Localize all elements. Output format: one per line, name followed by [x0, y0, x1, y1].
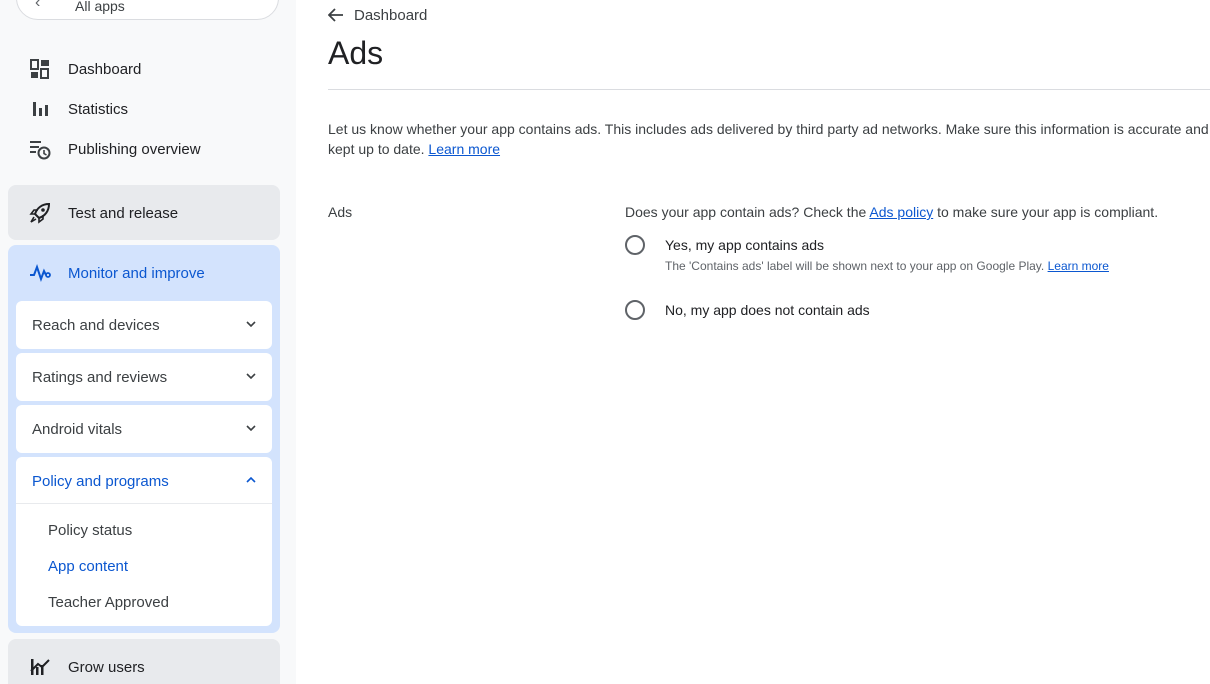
title-divider	[328, 89, 1210, 90]
card-android-vitals[interactable]: Android vitals	[16, 405, 272, 453]
radio-no-label: No, my app does not contain ads	[665, 302, 870, 318]
ads-policy-link[interactable]: Ads policy	[869, 204, 933, 220]
card-ratings-and-reviews[interactable]: Ratings and reviews	[16, 353, 272, 401]
section-grow-users-label: Grow users	[68, 658, 145, 676]
sidebar-item-app-content[interactable]: App content	[48, 558, 128, 575]
nav-statistics[interactable]: Statistics	[28, 97, 128, 121]
ads-question: Does your app contain ads? Check the Ads…	[625, 204, 1158, 220]
nav-publishing-overview-label: Publishing overview	[68, 140, 201, 158]
chevron-down-icon	[244, 317, 258, 331]
nav-statistics-label: Statistics	[68, 100, 129, 118]
back-to-dashboard-link[interactable]: Dashboard	[328, 6, 427, 24]
chevron-down-icon	[244, 369, 258, 383]
sidebar: ‹ All apps Dashboard Statistics Publishi…	[0, 0, 296, 684]
question-before: Does your app contain ads? Check the	[625, 204, 867, 220]
question-after: to make sure your app is compliant.	[937, 204, 1159, 220]
radio-yes-learn-more-link[interactable]: Learn more	[1048, 259, 1109, 273]
nav-dashboard-label: Dashboard	[68, 60, 142, 78]
publishing-history-icon	[28, 137, 52, 161]
radio-yes-label: Yes, my app contains ads	[665, 237, 825, 253]
ads-field-label: Ads	[328, 204, 353, 220]
nav-publishing-overview[interactable]: Publishing overview	[28, 137, 201, 161]
all-apps-button[interactable]: ‹ All apps	[16, 0, 279, 20]
card-android-vitals-label: Android vitals	[32, 421, 123, 438]
radio-yes-help-text: The 'Contains ads' label will be shown n…	[665, 259, 1045, 273]
card-reach-and-devices-label: Reach and devices	[32, 317, 160, 334]
monitoring-icon	[28, 261, 52, 285]
main-content: Dashboard Ads Let us know whether your a…	[328, 0, 1210, 684]
card-policy-and-programs: Policy and programs Policy status App co…	[16, 457, 272, 626]
divider	[16, 503, 272, 504]
bar-chart-icon	[28, 97, 52, 121]
chevron-left-icon: ‹	[35, 0, 41, 11]
dashboard-icon	[28, 57, 52, 81]
rocket-icon	[28, 201, 52, 225]
grow-chart-icon	[28, 655, 52, 679]
radio-option-yes[interactable]: Yes, my app contains ads The 'Contains a…	[625, 235, 1109, 274]
section-test-and-release[interactable]: Test and release	[8, 185, 280, 240]
card-reach-and-devices[interactable]: Reach and devices	[16, 301, 272, 349]
card-policy-and-programs-label[interactable]: Policy and programs	[32, 473, 169, 490]
sidebar-item-policy-status[interactable]: Policy status	[48, 522, 132, 539]
sidebar-item-teacher-approved[interactable]: Teacher Approved	[48, 594, 169, 611]
chevron-down-icon	[244, 421, 258, 435]
section-grow-users[interactable]: Grow users	[8, 639, 280, 684]
section-monitor-label: Monitor and improve	[68, 264, 205, 282]
radio-option-no[interactable]: No, my app does not contain ads	[625, 300, 870, 320]
section-test-and-release-label: Test and release	[68, 204, 179, 222]
section-monitor-header[interactable]: Monitor and improve	[28, 261, 205, 285]
radio-yes-help: The 'Contains ads' label will be shown n…	[665, 258, 1109, 274]
back-label: Dashboard	[354, 6, 428, 24]
radio-button-no[interactable]	[625, 300, 645, 320]
intro-learn-more-link[interactable]: Learn more	[428, 141, 500, 157]
section-monitor-and-improve: Monitor and improve Reach and devices Ra…	[8, 245, 280, 633]
nav-dashboard[interactable]: Dashboard	[28, 57, 141, 81]
all-apps-label: All apps	[75, 0, 125, 14]
card-ratings-and-reviews-label: Ratings and reviews	[32, 369, 168, 386]
chevron-up-icon[interactable]	[244, 473, 258, 487]
arrow-back-icon	[328, 6, 346, 24]
intro-text: Let us know whether your app contains ad…	[328, 119, 1210, 159]
page-title: Ads	[328, 35, 384, 71]
radio-button-yes[interactable]	[625, 235, 645, 255]
